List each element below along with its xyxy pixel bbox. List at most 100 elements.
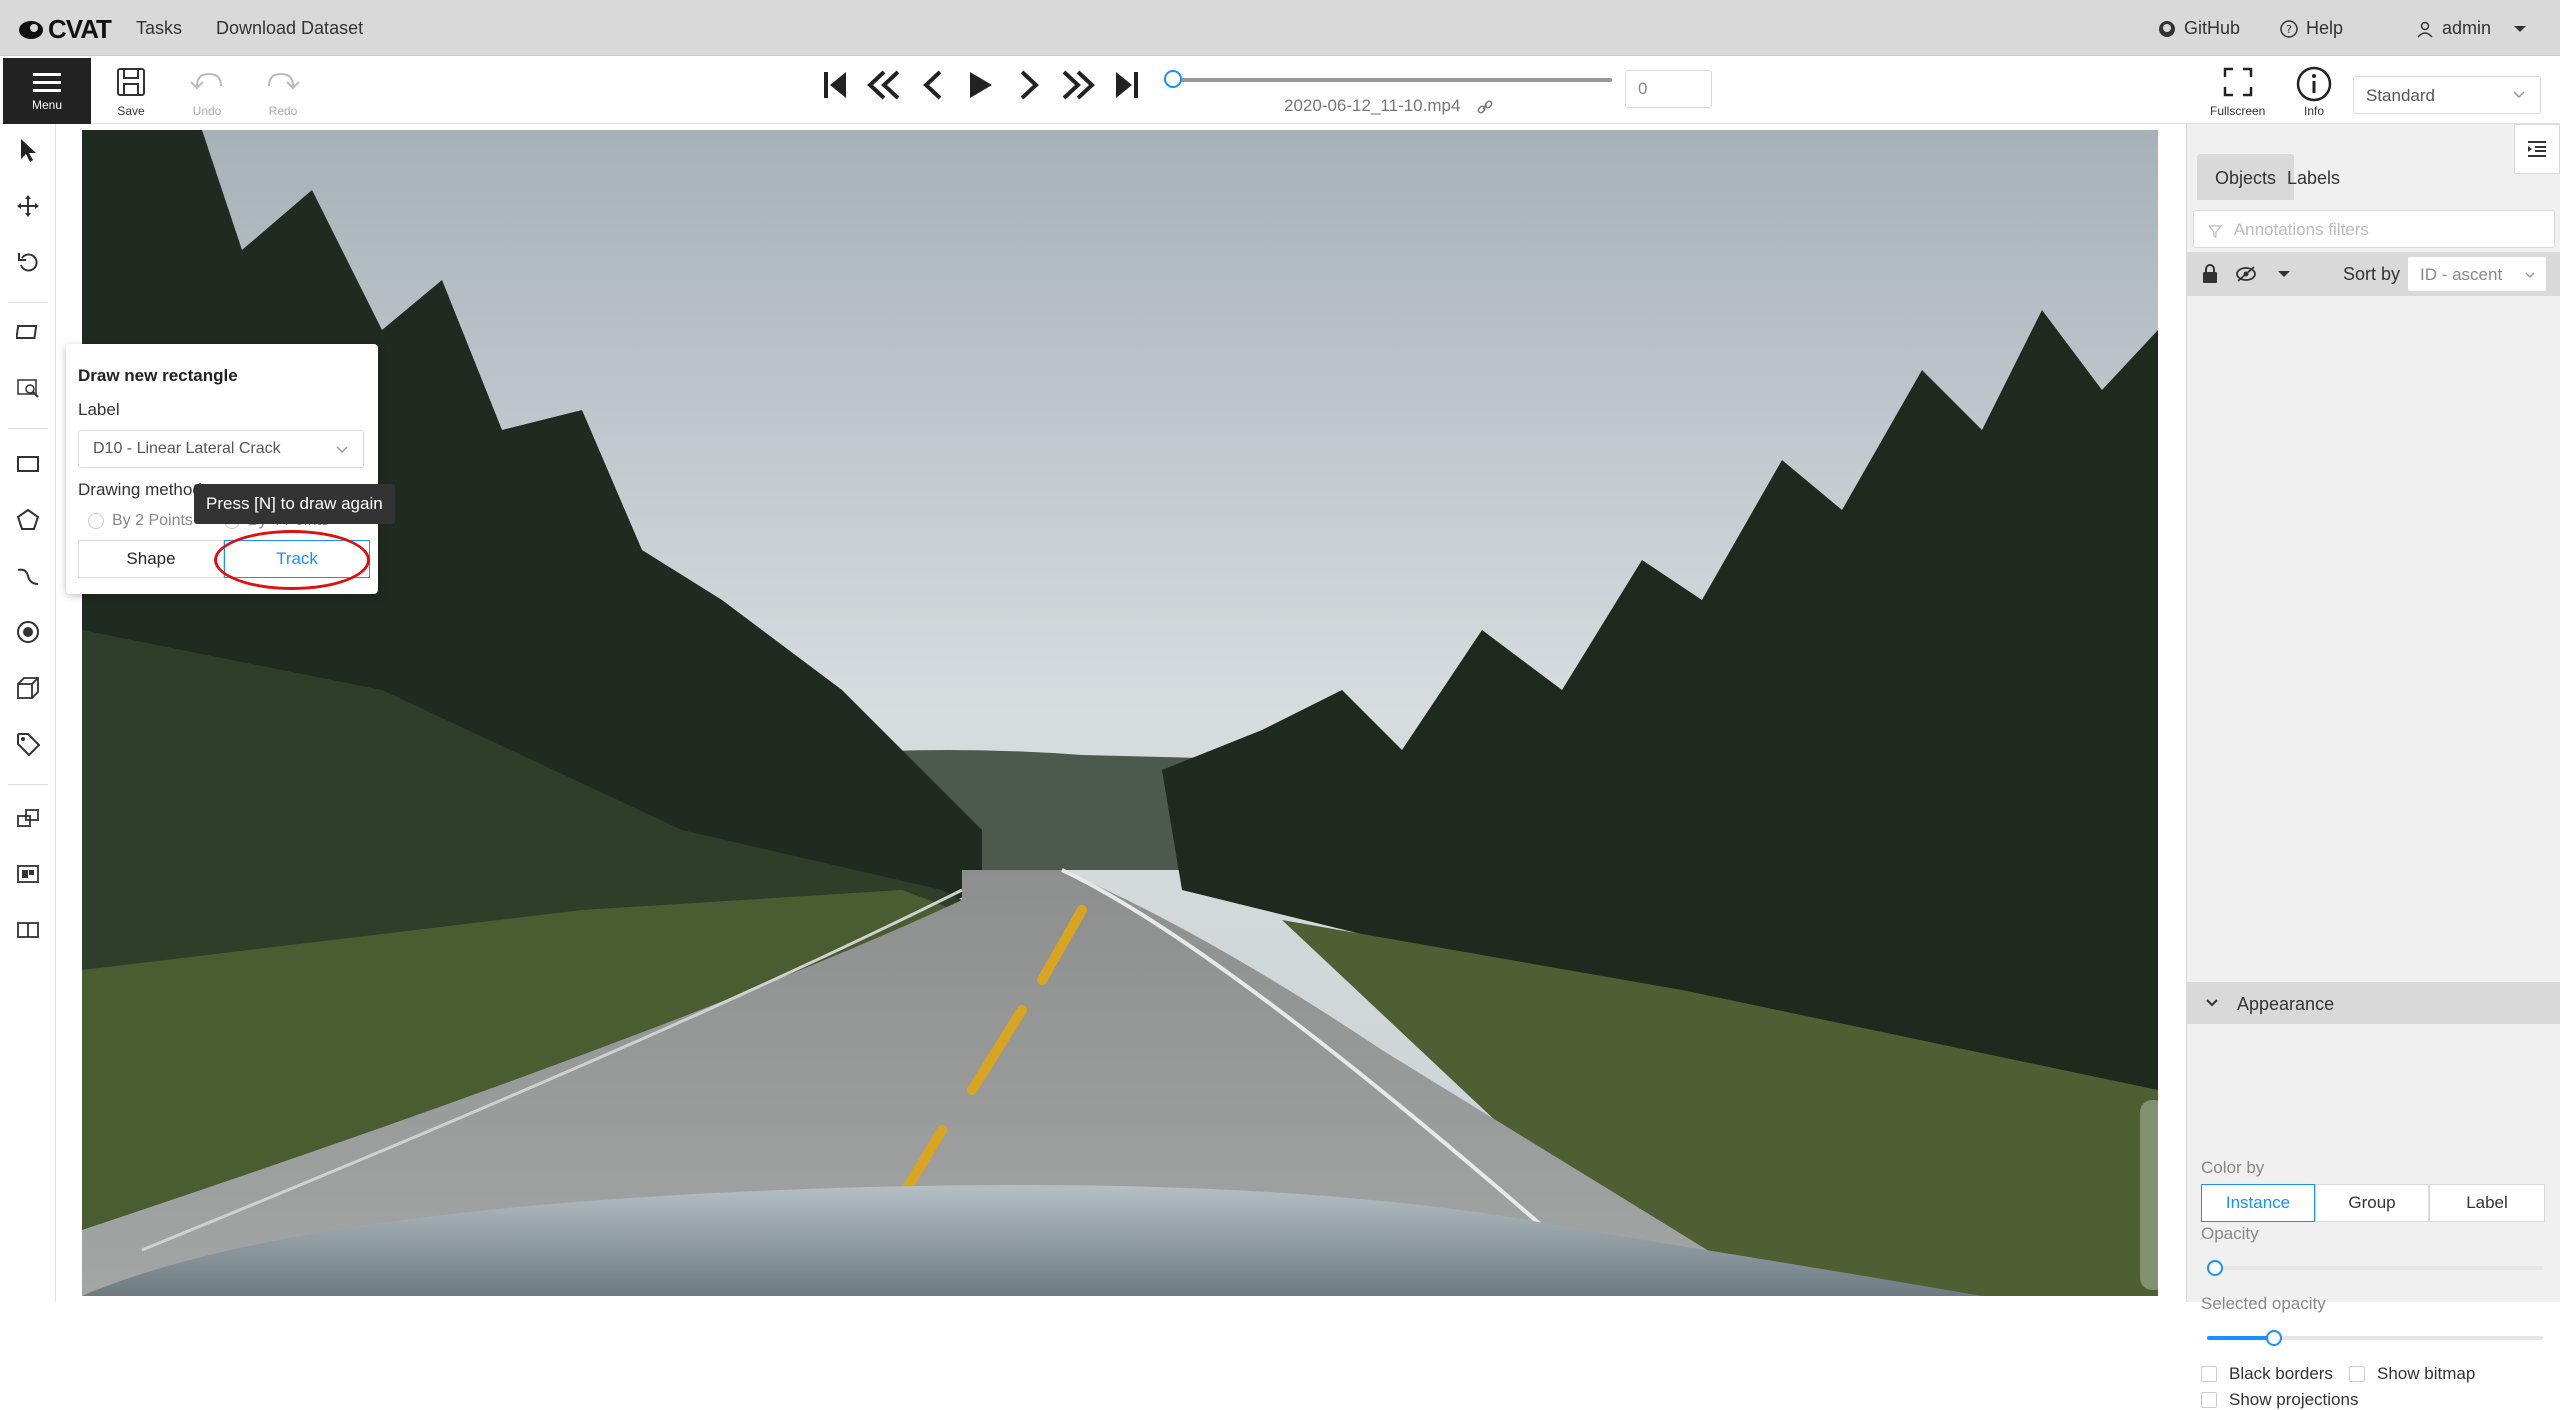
- checkbox-label: Show bitmap: [2377, 1364, 2476, 1383]
- draw-rectangle-tool[interactable]: [14, 450, 42, 478]
- cursor-tool[interactable]: [14, 136, 42, 164]
- move-tool[interactable]: [14, 192, 42, 220]
- radio-label: By 2 Points: [112, 512, 193, 529]
- cuboid-icon: [17, 677, 39, 699]
- undo-label: Undo: [192, 104, 222, 118]
- forward-step-button[interactable]: [1060, 70, 1096, 100]
- move-icon: [17, 195, 39, 217]
- github-link[interactable]: GitHub: [2158, 18, 2240, 39]
- redo-button[interactable]: Redo: [248, 66, 318, 118]
- draw-cuboid-tool[interactable]: [14, 674, 42, 702]
- backward-step-button[interactable]: [866, 70, 902, 100]
- draw-again-tooltip: Press [N] to draw again: [194, 484, 395, 524]
- merge-tool[interactable]: [14, 804, 42, 832]
- eye-invisible-icon[interactable]: [2235, 264, 2257, 284]
- user-icon: [2417, 21, 2433, 38]
- annotation-canvas[interactable]: [82, 130, 2158, 1296]
- nav-download-dataset[interactable]: Download Dataset: [216, 18, 363, 39]
- radio-by-2-points[interactable]: By 2 Points: [88, 512, 193, 530]
- zoom-region-icon: [17, 379, 39, 398]
- red-annotation-circle: [214, 530, 370, 590]
- zoom-tool[interactable]: [14, 374, 42, 402]
- undo-button[interactable]: Undo: [172, 66, 242, 118]
- play-icon: [970, 72, 992, 98]
- redo-label: Redo: [268, 104, 298, 118]
- info-icon: [2296, 66, 2332, 102]
- play-button[interactable]: [968, 70, 994, 100]
- group-tool[interactable]: [14, 860, 42, 888]
- help-link[interactable]: ? Help: [2280, 18, 2343, 39]
- annotation-toolbar: Menu Save Undo Redo 2020-06-12_11-10.mp4…: [0, 56, 2560, 124]
- opacity-slider-handle[interactable]: [2207, 1260, 2223, 1276]
- show-bitmap-checkbox[interactable]: Show bitmap: [2349, 1364, 2475, 1384]
- filter-placeholder: Annotations filters: [2233, 220, 2369, 239]
- sort-value: ID - ascent: [2420, 265, 2503, 284]
- selected-opacity-slider-handle[interactable]: [2266, 1330, 2283, 1346]
- rotate-tool[interactable]: [14, 248, 42, 276]
- setup-tag-tool[interactable]: [14, 730, 42, 758]
- objects-sidebar: Objects Labels Annotations filters Sort …: [2186, 124, 2560, 1409]
- last-frame-button[interactable]: [1114, 70, 1140, 100]
- polyline-icon: [17, 568, 39, 585]
- opacity-slider-track[interactable]: [2207, 1266, 2543, 1270]
- previous-frame-button[interactable]: [922, 70, 944, 100]
- frame-slider-track[interactable]: [1172, 78, 1612, 82]
- divider: [8, 302, 48, 303]
- color-by-label-option[interactable]: Label: [2429, 1184, 2545, 1222]
- checkbox-label: Black borders: [2229, 1364, 2333, 1383]
- show-projections-checkbox[interactable]: Show projections: [2201, 1390, 2358, 1410]
- selected-opacity-label: Selected opacity: [2201, 1294, 2326, 1313]
- cvat-eye-icon: [19, 20, 43, 39]
- filename-text: 2020-06-12_11-10.mp4: [1284, 96, 1461, 115]
- split-tool[interactable]: [14, 916, 42, 944]
- fullscreen-button[interactable]: Fullscreen: [2210, 66, 2265, 118]
- zoom-slider[interactable]: [2140, 1100, 2158, 1290]
- user-menu[interactable]: admin: [2416, 18, 2527, 39]
- annotations-filter-input[interactable]: Annotations filters: [2193, 210, 2555, 248]
- draw-polyline-tool[interactable]: [14, 562, 42, 590]
- chevron-down-icon: [336, 446, 348, 454]
- label-select[interactable]: D10 - Linear Lateral Crack: [78, 430, 364, 468]
- save-button[interactable]: Save: [96, 66, 166, 118]
- info-button[interactable]: Info: [2296, 66, 2332, 118]
- checkbox-box: [2201, 1366, 2217, 1382]
- help-icon: ?: [2280, 19, 2298, 38]
- caret-down-icon[interactable]: [2277, 269, 2291, 279]
- first-frame-button[interactable]: [822, 70, 848, 100]
- link-icon[interactable]: [1477, 99, 1493, 115]
- caret-down-icon: [2514, 25, 2527, 32]
- double-chevron-left-icon: [867, 70, 900, 100]
- lock-icon[interactable]: [2201, 264, 2219, 284]
- color-by-instance[interactable]: Instance: [2201, 1184, 2315, 1222]
- frame-slider-handle[interactable]: [1164, 70, 1182, 88]
- rectangle-icon: [17, 456, 39, 472]
- appearance-header[interactable]: Appearance: [2187, 982, 2560, 1024]
- fit-image-tool[interactable]: [14, 318, 42, 346]
- tab-labels[interactable]: Labels: [2269, 154, 2358, 200]
- logo-text: CVAT: [48, 14, 112, 44]
- menu-button[interactable]: Menu: [3, 58, 91, 124]
- black-borders-checkbox[interactable]: Black borders: [2201, 1364, 2333, 1384]
- draw-polygon-tool[interactable]: [14, 506, 42, 534]
- info-label: Info: [2303, 104, 2324, 118]
- workspace-value: Standard: [2366, 86, 2435, 105]
- cvat-logo[interactable]: CVAT: [18, 14, 112, 45]
- sort-by-label: Sort by: [2343, 264, 2401, 284]
- next-frame-button[interactable]: [1018, 70, 1040, 100]
- split-icon: [17, 922, 39, 938]
- popover-title: Draw new rectangle: [78, 366, 238, 385]
- collapse-sidebar-button[interactable]: [2514, 124, 2560, 174]
- first-frame-icon: [824, 72, 846, 98]
- shape-button[interactable]: Shape: [78, 540, 224, 578]
- draw-points-tool[interactable]: [14, 618, 42, 646]
- checkbox-label: Show projections: [2229, 1390, 2359, 1409]
- user-name: admin: [2442, 18, 2492, 38]
- color-by-group[interactable]: Group: [2315, 1184, 2429, 1222]
- nav-tasks[interactable]: Tasks: [136, 18, 182, 39]
- sort-select[interactable]: ID - ascent: [2407, 256, 2547, 292]
- workspace-select[interactable]: Standard: [2353, 76, 2541, 114]
- frame-number-input[interactable]: 0: [1625, 70, 1712, 108]
- github-icon: [2159, 20, 2175, 37]
- opacity-label: Opacity: [2201, 1224, 2259, 1243]
- color-by-label: Color by: [2201, 1158, 2265, 1177]
